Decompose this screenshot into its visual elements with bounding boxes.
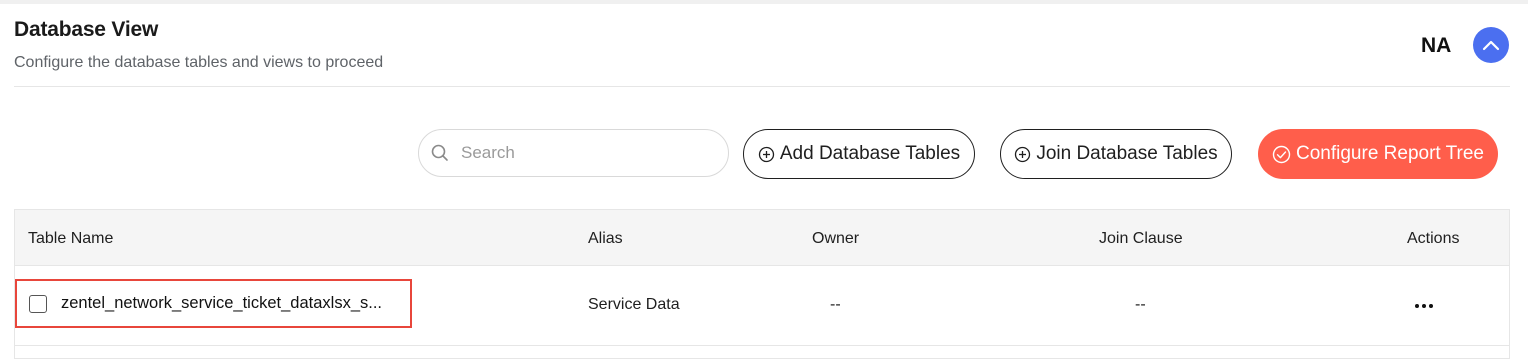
join-database-tables-label: Join Database Tables [1036, 143, 1218, 164]
alias-cell: Service Data [588, 296, 680, 313]
table-name-cell: zentel_network_service_ticket_dataxlsx_s… [15, 279, 412, 328]
plus-circle-icon [1014, 146, 1031, 163]
page-subtitle: Configure the database tables and views … [14, 54, 384, 71]
header-divider [14, 86, 1510, 87]
owner-cell: -- [830, 296, 841, 313]
page-title: Database View [14, 18, 159, 41]
search-icon [431, 144, 449, 162]
column-header-table-name: Table Name [28, 230, 114, 247]
configure-report-tree-label: Configure Report Tree [1296, 143, 1484, 164]
database-tables-table: Table Name Alias Owner Join Clause Actio… [14, 209, 1510, 359]
add-database-tables-label: Add Database Tables [779, 143, 961, 164]
column-header-alias: Alias [588, 230, 623, 247]
add-database-tables-button[interactable]: Add Database Tables [743, 129, 975, 179]
more-horizontal-icon[interactable] [1413, 296, 1435, 316]
database-view-panel: Database View Configure the database tab… [0, 4, 1528, 359]
table-row[interactable]: zentel_network_service_ticket_dataxlsx_s… [15, 266, 1509, 346]
table-name: zentel_network_service_ticket_dataxlsx_s… [61, 294, 382, 312]
chevron-up-icon [1482, 40, 1500, 51]
column-header-owner: Owner [812, 230, 860, 247]
configure-report-tree-button[interactable]: Configure Report Tree [1258, 129, 1498, 179]
search-input[interactable] [459, 142, 693, 164]
row-checkbox[interactable] [29, 294, 47, 313]
plus-circle-icon [758, 146, 775, 163]
status-label: NA [1421, 34, 1452, 57]
collapse-button[interactable] [1473, 27, 1509, 63]
column-header-join-clause: Join Clause [1099, 230, 1183, 247]
check-circle-icon [1272, 145, 1291, 164]
search-field[interactable] [418, 129, 729, 177]
join-database-tables-button[interactable]: Join Database Tables [1000, 129, 1232, 179]
join-clause-cell: -- [1135, 296, 1146, 313]
table-header: Table Name Alias Owner Join Clause Actio… [15, 210, 1509, 266]
column-header-actions: Actions [1407, 230, 1460, 247]
